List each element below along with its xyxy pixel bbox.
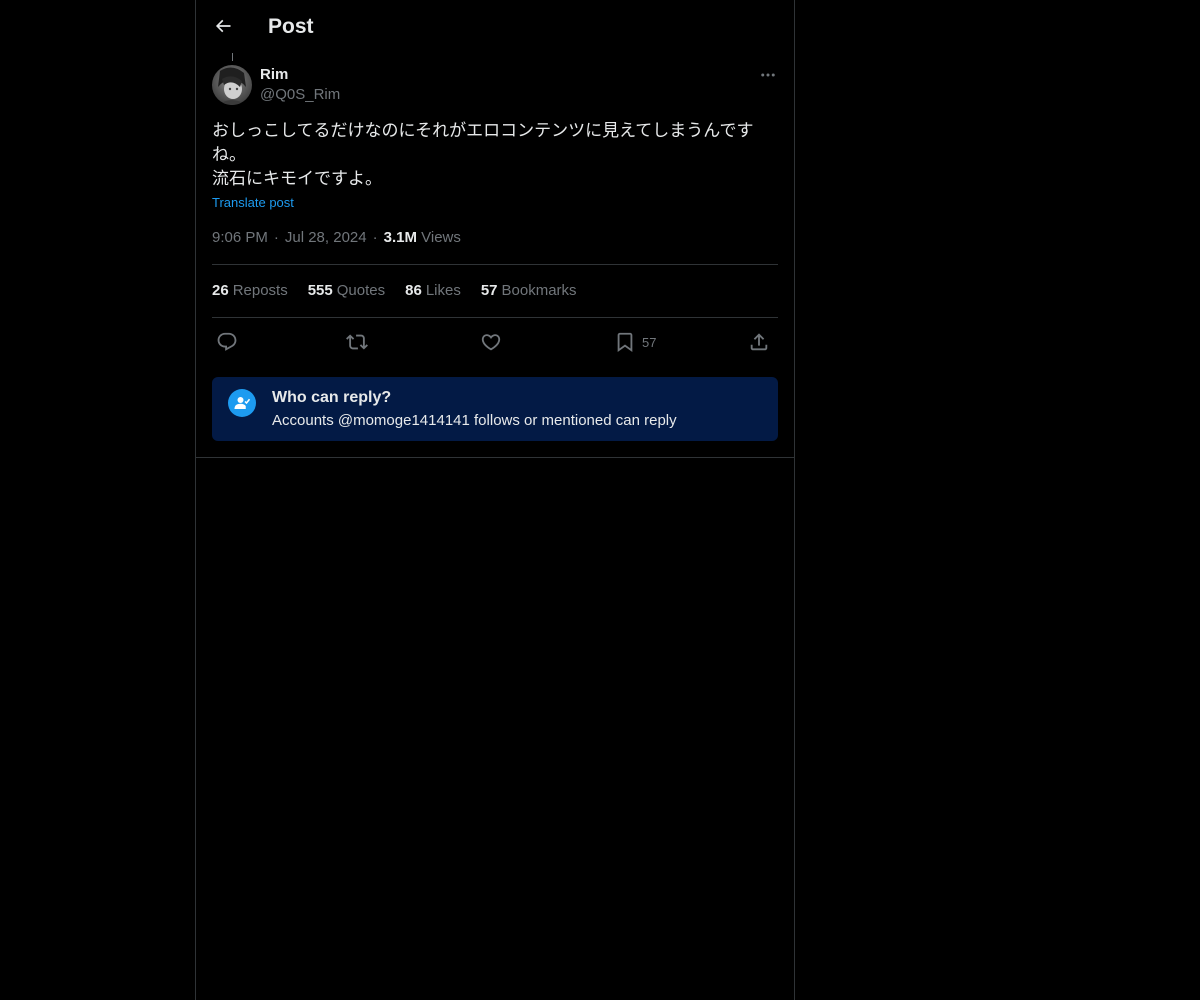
bookmarks-label: Bookmarks (501, 282, 577, 299)
post-actions-bar: 57 (212, 328, 778, 356)
quotes-count: 555 (307, 282, 333, 299)
quotes-label: Quotes (336, 282, 386, 299)
mention-user-icon (228, 389, 256, 417)
share-icon (750, 333, 768, 351)
post-column: Post Rim @Q0S_Rim おしっこしてるだけなのにそれがエロコンテンツ… (195, 0, 795, 1000)
bookmarks-stat[interactable]: 57 Bookmarks (481, 281, 577, 301)
reposts-stat[interactable]: 26 Reposts (212, 281, 288, 301)
author-handle[interactable]: @Q0S_Rim (260, 85, 340, 105)
avatar-image (218, 67, 246, 105)
divider (212, 264, 778, 265)
author-display-name[interactable]: Rim (260, 65, 288, 85)
who-can-reply-title: Who can reply? (272, 389, 392, 406)
user-check-icon (234, 397, 251, 409)
page-title: Post (268, 15, 314, 38)
bookmark-icon (617, 332, 633, 353)
views-label: Views (421, 229, 461, 246)
repost-icon (346, 334, 368, 350)
repost-button[interactable] (346, 328, 368, 356)
bookmark-count: 57 (642, 334, 657, 350)
likes-count: 86 (405, 282, 422, 299)
meta-separator: · (372, 229, 378, 246)
post-date[interactable]: Jul 28, 2024 (285, 229, 367, 246)
likes-label: Likes (425, 282, 461, 299)
more-dots-icon (761, 73, 775, 77)
views-count: 3.1M (383, 229, 417, 246)
bookmarks-count: 57 (480, 282, 498, 299)
meta-separator: · (273, 229, 279, 246)
share-button[interactable] (748, 328, 770, 356)
back-button[interactable] (210, 13, 236, 39)
likes-stat[interactable]: 86 Likes (405, 281, 461, 301)
page-header: Post (196, 0, 794, 53)
reply-icon (217, 332, 237, 351)
thread-connector (232, 53, 233, 61)
more-options-button[interactable] (756, 64, 780, 86)
divider (212, 317, 778, 318)
bookmark-button[interactable]: 57 (614, 328, 656, 356)
who-can-reply-notice: Who can reply? Accounts @momoge1414141 f… (212, 377, 778, 441)
quotes-stat[interactable]: 555 Quotes (308, 281, 385, 301)
heart-icon (481, 334, 501, 351)
reply-button[interactable] (216, 328, 238, 356)
who-can-reply-description: Accounts @momoge1414141 follows or menti… (272, 412, 677, 429)
post-time[interactable]: 9:06 PM (212, 229, 268, 246)
reposts-count: 26 (212, 282, 229, 299)
post-stats: 26 Reposts 555 Quotes 86 Likes 57 Bookmarks (212, 281, 577, 301)
reposts-label: Reposts (232, 282, 288, 299)
avatar[interactable] (212, 65, 252, 105)
post-text: おしっこしてるだけなのにそれがエロコンテンツに見えてしまうんです ね。 流石にキ… (212, 121, 754, 189)
post-metadata: 9:06 PM · Jul 28, 2024 · 3.1M Views (212, 228, 461, 248)
arrow-left-icon (215, 19, 231, 33)
translate-post-link[interactable]: Translate post (212, 194, 294, 212)
section-bottom-border (196, 457, 794, 458)
like-button[interactable] (480, 328, 502, 356)
